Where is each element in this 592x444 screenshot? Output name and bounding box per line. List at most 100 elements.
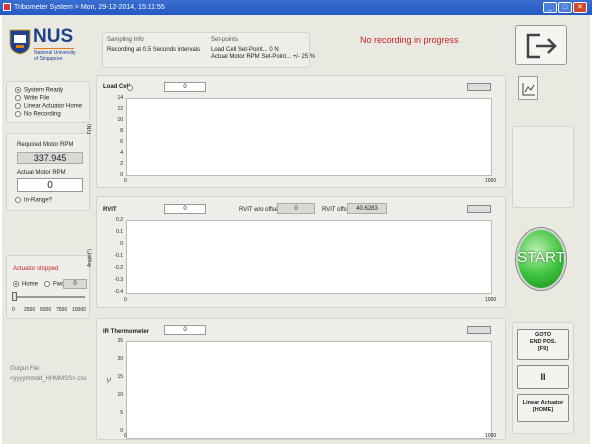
output-file-value: <yyyymmdd_HHMMSS>.csv [10, 376, 87, 382]
rvit-chart-panel: RVIT 0 RVIT w/o offset 0 RVIT offset 40.… [87, 196, 506, 308]
y-tick: 0.1 [116, 229, 123, 235]
slider-tick: 7500 [56, 307, 68, 313]
y-tick: 5 [120, 410, 123, 416]
logo-rule [34, 48, 74, 49]
chart-title: Load Cell [103, 84, 131, 90]
maximize-button[interactable]: □ [558, 2, 572, 13]
actuator-home-radio[interactable]: Home [13, 281, 38, 288]
states-panel: System Ready Write File Linear Actuator … [6, 81, 90, 123]
control-buttons-panel: GOTO END POS. [F9] II Linear Actuator [H… [512, 322, 574, 434]
radio-icon [15, 103, 21, 109]
load-cell-value: 0 [164, 82, 206, 92]
rvit-no-offset-label: RVIT w/o offset [239, 207, 280, 213]
required-rpm-value: 337.945 [17, 152, 83, 164]
radio-icon [13, 281, 19, 287]
info-panel: Sampling Info Recording at 0.5 Seconds i… [102, 32, 315, 68]
chart-title: RVIT [103, 207, 117, 213]
x-tick: 1000 [485, 433, 497, 439]
ir-thermometer-chart-panel: IR Thermometer 0 °C 25 20 15 10 5 0 0 10… [96, 318, 506, 440]
actual-rpm-value: 0 [17, 178, 83, 192]
y-tick: 8 [120, 128, 123, 134]
load-cell-chart-panel: Load Cell 0 F(N) 14 12 10 8 6 4 2 0 0 10… [87, 75, 506, 188]
y-tick: -0.1 [114, 253, 123, 259]
logo-line2: of Singapore [34, 56, 63, 62]
title-bar: Tribometer System > Mon, 29-12-2014, 15:… [0, 0, 592, 15]
y-tick: 6 [120, 139, 123, 145]
goto-end-position-button[interactable]: GOTO END POS. [F9] [517, 329, 569, 360]
setpoints-title: Set-points [211, 37, 239, 43]
y-tick: 0 [120, 172, 123, 178]
graph-tools-icon[interactable] [467, 326, 491, 334]
y-tick: -0.2 [114, 265, 123, 271]
actuator-slider-track[interactable] [15, 296, 85, 298]
y-tick: 12 [117, 106, 123, 112]
chart-title: IR Thermometer [103, 329, 150, 335]
graph-tools-icon[interactable] [467, 205, 491, 213]
y-tick: 0 [120, 241, 123, 247]
actuator-position-value: 0 [63, 279, 87, 289]
x-tick: 1000 [485, 178, 497, 184]
close-button[interactable]: ✕ [573, 2, 587, 13]
y-tick: -0.3 [114, 277, 123, 283]
actuator-status: Actuator stopped [13, 266, 59, 272]
logo-name: NUS [33, 26, 74, 47]
rvit-plot [126, 220, 492, 294]
sampling-text: Recording at 0.5 Seconds intervals [107, 47, 201, 53]
slider-tick: 2500 [24, 307, 36, 313]
x-tick: 0 [124, 433, 127, 439]
start-label: START [517, 249, 565, 266]
required-rpm-label: Required Motor RPM [17, 142, 74, 148]
y-tick: 15 [117, 374, 123, 380]
y-tick: 4 [120, 150, 123, 156]
ir-thermometer-plot [126, 341, 492, 439]
y-tick: 2 [120, 161, 123, 167]
exit-icon [526, 33, 557, 59]
app-icon [3, 3, 11, 11]
actuator-fwd-radio[interactable]: Fwd [44, 281, 64, 288]
actuator-panel: Actuator stopped Home Fwd 0 0 2500 5000 … [6, 255, 90, 319]
setpoint-load-cell: Load Cell Set-Point... 0 N [211, 47, 279, 53]
y-tick: 0.2 [116, 217, 123, 223]
in-range-indicator: In-Range? [15, 197, 52, 204]
y-tick: 20 [117, 356, 123, 362]
sampling-title: Sampling Info [107, 37, 144, 43]
recording-status: No recording in progress [360, 35, 459, 45]
actual-rpm-label: Actual Motor RPM [17, 170, 66, 176]
y-axis-label: Angle(°) [87, 248, 94, 268]
state-write-file[interactable]: Write File [15, 95, 49, 102]
radio-icon [15, 111, 21, 117]
minimize-button[interactable]: _ [543, 2, 557, 13]
radio-icon [15, 87, 21, 93]
state-system-ready[interactable]: System Ready [15, 87, 63, 94]
radio-icon [44, 281, 50, 287]
start-button[interactable]: START [513, 222, 569, 296]
linear-actuator-home-button[interactable]: Linear Actuator [HOME] [517, 394, 569, 422]
rvit-offset-value: 40.6283 [347, 203, 387, 214]
y-tick: 0 [120, 428, 123, 434]
y-tick: 10 [117, 392, 123, 398]
graph-icon [522, 83, 535, 96]
setpoint-motor-rpm: Actual Motor RPM Set-Point... +/- 25 % [211, 54, 316, 60]
led-icon [15, 197, 21, 203]
actuator-slider-handle[interactable] [12, 292, 17, 301]
crest-icon [9, 29, 31, 55]
motor-panel: Required Motor RPM 337.945 Actual Motor … [6, 133, 90, 211]
output-file-label: Output File [10, 366, 40, 372]
rvit-value: 0 [164, 204, 206, 214]
slider-tick: 5000 [40, 307, 52, 313]
x-tick: 0 [124, 178, 127, 184]
slider-tick: 10000 [72, 307, 86, 313]
y-axis-label: °C [106, 377, 113, 383]
y-tick: -0.4 [114, 289, 123, 295]
y-axis-label: F(N) [87, 124, 93, 134]
x-tick: 0 [124, 297, 127, 303]
exit-button[interactable] [515, 25, 567, 65]
state-linear-actuator-home[interactable]: Linear Actuator Home [15, 103, 82, 110]
graph-tools-icon[interactable] [467, 83, 491, 91]
state-no-recording[interactable]: No Recording [15, 111, 61, 118]
pause-button[interactable]: II [517, 365, 569, 389]
right-blank-panel [512, 126, 574, 208]
y-tick: 25 [117, 338, 123, 344]
slider-tick: 0 [12, 307, 15, 313]
graph-view-button[interactable] [518, 76, 538, 100]
